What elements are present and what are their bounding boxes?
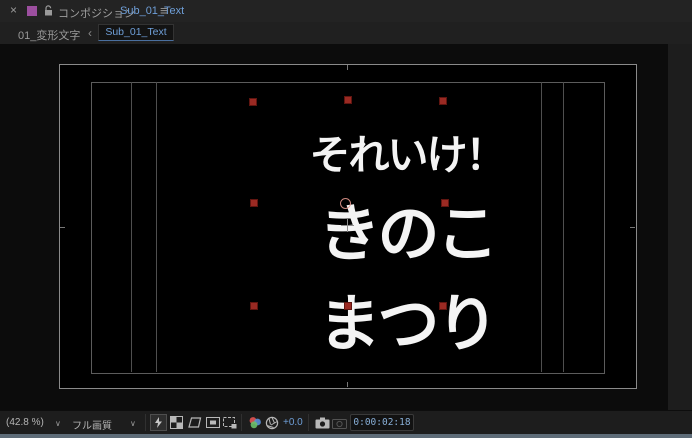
breadcrumb: 01_変形文字 ‹ Sub_01_Text (0, 22, 692, 45)
centercut-guide-line (541, 82, 542, 372)
chevron-down-icon[interactable]: ∨ (130, 419, 136, 428)
region-of-interest-icon[interactable] (204, 414, 221, 431)
exposure-icon[interactable] (263, 414, 280, 431)
breadcrumb-separator: ‹ (88, 26, 92, 40)
exposure-value[interactable]: +0.0 (283, 417, 303, 428)
selection-handle-bottom-center[interactable] (344, 302, 352, 310)
comp-center-crosshair (341, 225, 354, 226)
viewer-lock-icon[interactable] (43, 5, 54, 17)
breadcrumb-current-comp[interactable]: Sub_01_Text (98, 24, 174, 41)
centercut-guide-line (156, 82, 157, 372)
timecode-display[interactable]: 0:00:02:18 (350, 414, 414, 431)
layer-anchor-point[interactable] (340, 198, 351, 209)
toolbar-separator (145, 414, 146, 431)
centercut-guide-line (131, 82, 132, 372)
mask-visibility-icon[interactable] (186, 414, 203, 431)
transparency-grid-icon[interactable] (168, 414, 185, 431)
selection-handle-top-left[interactable] (249, 98, 257, 106)
panel-tab-bar: × コンポジション Sub_01_Text ≡ (0, 0, 692, 23)
viewer-toolbar: (42.8 %) ∨ フル画質 ∨ (0, 410, 692, 435)
selection-handle-top-center[interactable] (344, 96, 352, 104)
panel-bottom-edge (0, 434, 692, 438)
breadcrumb-parent-comp[interactable]: 01_変形文字 (18, 27, 80, 43)
selection-handle-bottom-right[interactable] (439, 302, 447, 310)
panel-color-swatch (27, 6, 37, 16)
show-snapshot-icon[interactable] (331, 414, 348, 431)
close-icon[interactable]: × (10, 3, 17, 17)
composition-viewer[interactable]: それいけ！ きのこ まつり (0, 44, 692, 410)
selection-handle-mid-left[interactable] (250, 199, 258, 207)
centercut-guide-line (563, 82, 564, 372)
snapshot-camera-icon[interactable] (314, 414, 331, 431)
center-tick-bottom (347, 382, 348, 387)
center-tick-top (347, 65, 348, 70)
grid-guides-icon[interactable] (221, 414, 238, 431)
selection-handle-bottom-left[interactable] (250, 302, 258, 310)
toolbar-separator (241, 414, 242, 431)
panel-menu-icon[interactable]: ≡ (160, 3, 168, 18)
magnification-dropdown[interactable]: (42.8 %) (6, 417, 44, 428)
center-tick-left (60, 227, 65, 228)
center-tick-right (630, 227, 635, 228)
action-safe-rect (91, 82, 605, 374)
fast-previews-icon[interactable] (150, 414, 167, 431)
selection-handle-mid-right[interactable] (441, 199, 449, 207)
chevron-down-icon[interactable]: ∨ (55, 419, 61, 428)
resolution-dropdown[interactable]: フル画質 (72, 417, 112, 432)
tab-comp-name[interactable]: Sub_01_Text (120, 5, 184, 17)
toolbar-separator (308, 414, 309, 431)
selection-handle-top-right[interactable] (439, 97, 447, 105)
viewer-right-edge (668, 44, 692, 410)
channel-color-icon[interactable] (246, 414, 263, 431)
